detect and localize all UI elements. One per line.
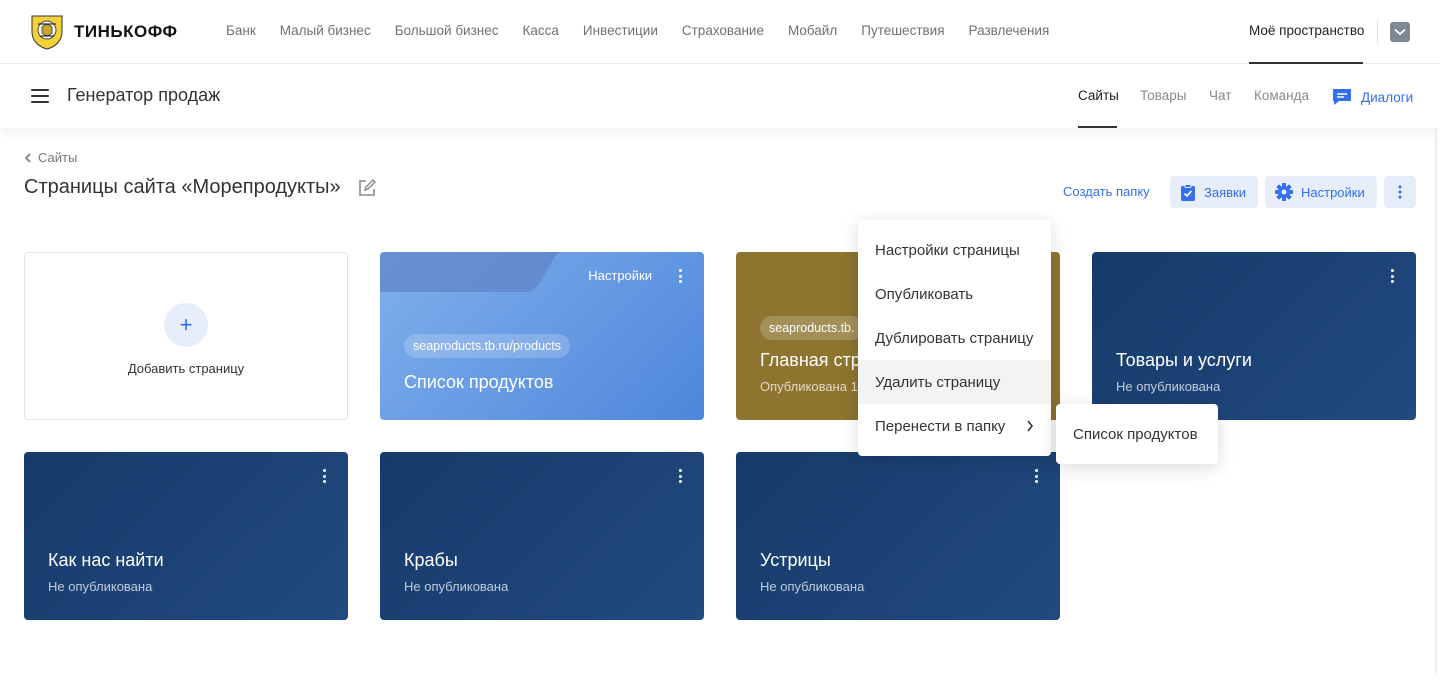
page-card-status: Опубликована 1 xyxy=(760,379,858,394)
page-card-title: Список продуктов xyxy=(404,372,554,392)
menu-item-label: Перенести в папку xyxy=(875,417,1006,435)
add-page-card[interactable]: + Добавить страницу xyxy=(24,252,348,420)
active-tab-indicator xyxy=(1078,126,1117,128)
page-card-title: Как нас найти xyxy=(48,550,164,570)
gear-icon xyxy=(1275,183,1293,201)
folder-tab-shape xyxy=(380,252,560,292)
page-url-chip: seaproducts.tb.ru/products xyxy=(404,334,570,358)
submenu-item-label: Список продуктов xyxy=(1073,425,1198,443)
card-more-icon[interactable] xyxy=(1030,469,1042,483)
clipboard-check-icon xyxy=(1181,183,1195,201)
page-card-oysters[interactable]: Устрицы Не опубликована xyxy=(736,452,1060,620)
settings-button[interactable]: Настройки xyxy=(1265,176,1377,208)
top-nav-item[interactable]: Касса xyxy=(523,23,559,38)
tab-team[interactable]: Команда xyxy=(1254,88,1309,103)
top-nav-item[interactable]: Мобайл xyxy=(788,23,837,38)
menu-item-label: Опубликовать xyxy=(875,285,974,303)
requests-button[interactable]: Заявки xyxy=(1170,176,1258,208)
my-space-link[interactable]: Моё пространство xyxy=(1249,23,1364,38)
chevron-down-icon[interactable] xyxy=(1390,22,1410,42)
dialogs-link[interactable]: Диалоги xyxy=(1331,87,1413,107)
page-card-title: Устрицы xyxy=(760,550,831,570)
folder-submenu: Список продуктов xyxy=(1056,404,1218,464)
create-folder-button[interactable]: Создать папку xyxy=(1063,184,1150,199)
menu-item-delete[interactable]: Удалить страницу xyxy=(858,360,1051,404)
menu-item-publish[interactable]: Опубликовать xyxy=(858,272,1051,316)
chevron-right-icon xyxy=(1027,420,1034,432)
card-more-icon[interactable] xyxy=(674,469,686,483)
top-nav-item[interactable]: Развлечения xyxy=(969,23,1050,38)
tinkoff-emblem-icon xyxy=(31,15,63,50)
menu-item-move-to-folder[interactable]: Перенести в папку xyxy=(858,404,1051,448)
page-card-crabs[interactable]: Крабы Не опубликована xyxy=(380,452,704,620)
menu-item-label: Настройки страницы xyxy=(875,241,1020,259)
brand-logo[interactable]: ТИНЬКОФФ xyxy=(28,14,178,50)
card-more-icon[interactable] xyxy=(318,469,330,483)
top-nav-item[interactable]: Большой бизнес xyxy=(395,23,499,38)
settings-label: Настройки xyxy=(1301,184,1365,200)
scrollbar[interactable] xyxy=(1435,128,1437,673)
page-card-status: Не опубликована xyxy=(760,579,865,594)
top-nav: Банк Малый бизнес Большой бизнес Касса И… xyxy=(226,23,1049,38)
more-options-button[interactable] xyxy=(1384,176,1416,208)
top-nav-item[interactable]: Страхование xyxy=(682,23,764,38)
page-card-title: Крабы xyxy=(404,550,458,570)
plus-icon: + xyxy=(164,303,208,347)
card-settings-link[interactable]: Настройки xyxy=(588,268,652,283)
edit-pencil-icon[interactable] xyxy=(357,178,377,198)
breadcrumb[interactable]: Сайты xyxy=(24,150,77,165)
add-page-label: Добавить страницу xyxy=(127,361,245,376)
menu-item-duplicate[interactable]: Дублировать страницу xyxy=(858,316,1051,360)
top-nav-item[interactable]: Малый бизнес xyxy=(280,23,371,38)
page-card-status: Не опубликована xyxy=(404,579,509,594)
page-title: Страницы сайта «Морепродукты» xyxy=(24,176,341,198)
page-url-chip: seaproducts.tb. xyxy=(760,316,864,340)
submenu-item-folder[interactable]: Список продуктов xyxy=(1056,412,1218,456)
chevron-left-icon xyxy=(24,152,31,163)
menu-item-label: Дублировать страницу xyxy=(875,329,1034,347)
page-context-menu: Настройки страницы Опубликовать Дублиров… xyxy=(858,220,1051,456)
card-more-icon[interactable] xyxy=(1386,269,1398,283)
app-bar: Генератор продаж Сайты Товары Чат Команд… xyxy=(0,64,1440,128)
page-card-goods[interactable]: Товары и услуги Не опубликована xyxy=(1092,252,1416,420)
tab-chat[interactable]: Чат xyxy=(1209,88,1231,103)
tab-sites[interactable]: Сайты xyxy=(1078,88,1119,103)
breadcrumb-label: Сайты xyxy=(38,150,78,165)
menu-item-page-settings[interactable]: Настройки страницы xyxy=(858,228,1051,272)
more-vertical-icon xyxy=(1398,185,1402,199)
requests-label: Заявки xyxy=(1204,184,1246,200)
page-card-products-folder[interactable]: Настройки seaproducts.tb.ru/products Спи… xyxy=(380,252,704,420)
page-card-status: Не опубликована xyxy=(1116,379,1221,394)
page-card-find-us[interactable]: Как нас найти Не опубликована xyxy=(24,452,348,620)
app-title: Генератор продаж xyxy=(67,85,221,105)
tab-products[interactable]: Товары xyxy=(1140,88,1186,103)
top-nav-item[interactable]: Банк xyxy=(226,23,256,38)
top-nav-item[interactable]: Путешествия xyxy=(861,23,944,38)
hamburger-menu-icon[interactable] xyxy=(31,89,49,103)
divider xyxy=(1377,20,1378,44)
page-card-title: Главная стра xyxy=(760,350,871,370)
page-card-title: Товары и услуги xyxy=(1116,350,1252,370)
page-card-status: Не опубликована xyxy=(48,579,153,594)
top-bar: ТИНЬКОФФ Банк Малый бизнес Большой бизне… xyxy=(0,0,1440,64)
chat-bubble-icon xyxy=(1333,89,1351,105)
top-nav-item[interactable]: Инвестиции xyxy=(583,23,658,38)
brand-name: ТИНЬКОФФ xyxy=(74,22,178,41)
card-more-icon[interactable] xyxy=(674,269,686,283)
menu-item-label: Удалить страницу xyxy=(875,373,1001,391)
dialogs-label: Диалоги xyxy=(1361,89,1414,105)
